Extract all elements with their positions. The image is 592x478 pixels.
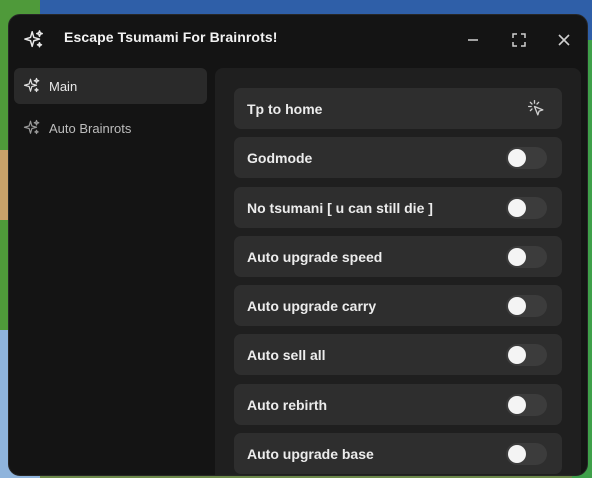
toggle-knob	[508, 396, 526, 414]
toggle-knob	[508, 149, 526, 167]
toggle-row-no-tsunami[interactable]: No tsumani [ u can still die ]	[234, 187, 562, 228]
toggle-label: Godmode	[247, 150, 313, 166]
toggle-row-auto-rebirth[interactable]: Auto rebirth	[234, 384, 562, 425]
toggle-knob	[508, 445, 526, 463]
no-tsunami-toggle[interactable]	[506, 197, 547, 219]
sidebar-item-main[interactable]: Main	[14, 68, 207, 104]
toggle-row-auto-upgrade-speed[interactable]: Auto upgrade speed	[234, 236, 562, 277]
sidebar-item-label: Auto Brainrots	[49, 120, 132, 136]
toggle-knob	[508, 346, 526, 364]
toggle-row-auto-upgrade-carry[interactable]: Auto upgrade carry	[234, 285, 562, 326]
minimize-icon[interactable]	[464, 31, 482, 49]
toggle-label: Auto rebirth	[247, 397, 328, 413]
sidebar: Main Auto Brainrots	[9, 65, 214, 475]
script-window: Escape Tsumami For Brainrots! Main Auto …	[8, 14, 588, 476]
toggle-label: Auto upgrade carry	[247, 298, 377, 314]
toggle-label: Auto upgrade base	[247, 446, 374, 462]
sidebar-item-label: Main	[49, 78, 78, 94]
toggle-row-godmode[interactable]: Godmode	[234, 137, 562, 178]
toggle-knob	[508, 199, 526, 217]
auto-sell-all-toggle[interactable]	[506, 344, 547, 366]
auto-upgrade-carry-toggle[interactable]	[506, 295, 547, 317]
sparkles-icon	[23, 77, 41, 95]
toggle-knob	[508, 297, 526, 315]
toggle-row-auto-sell-all[interactable]: Auto sell all	[234, 334, 562, 375]
godmode-toggle[interactable]	[506, 147, 547, 169]
sparkles-icon	[23, 119, 41, 137]
auto-upgrade-speed-toggle[interactable]	[506, 246, 547, 268]
button-label: Tp to home	[247, 101, 323, 117]
toggle-knob	[508, 248, 526, 266]
maximize-icon[interactable]	[510, 31, 528, 49]
tap-icon	[527, 99, 547, 119]
sidebar-item-auto-brainrots[interactable]: Auto Brainrots	[14, 110, 207, 146]
tp-to-home-button[interactable]: Tp to home	[234, 88, 562, 129]
toggle-label: No tsumani [ u can still die ]	[247, 200, 433, 216]
auto-rebirth-toggle[interactable]	[506, 394, 547, 416]
toggle-label: Auto upgrade speed	[247, 249, 383, 265]
close-icon[interactable]	[555, 31, 573, 49]
toggle-row-auto-upgrade-base[interactable]: Auto upgrade base	[234, 433, 562, 474]
sparkles-icon	[23, 29, 45, 51]
toggle-label: Auto sell all	[247, 347, 326, 363]
main-panel[interactable]: Tp to home Godmode No tsumani [ u can st…	[215, 68, 581, 475]
auto-upgrade-base-toggle[interactable]	[506, 443, 547, 465]
title-bar[interactable]: Escape Tsumami For Brainrots!	[9, 15, 587, 65]
window-title: Escape Tsumami For Brainrots!	[64, 29, 278, 45]
